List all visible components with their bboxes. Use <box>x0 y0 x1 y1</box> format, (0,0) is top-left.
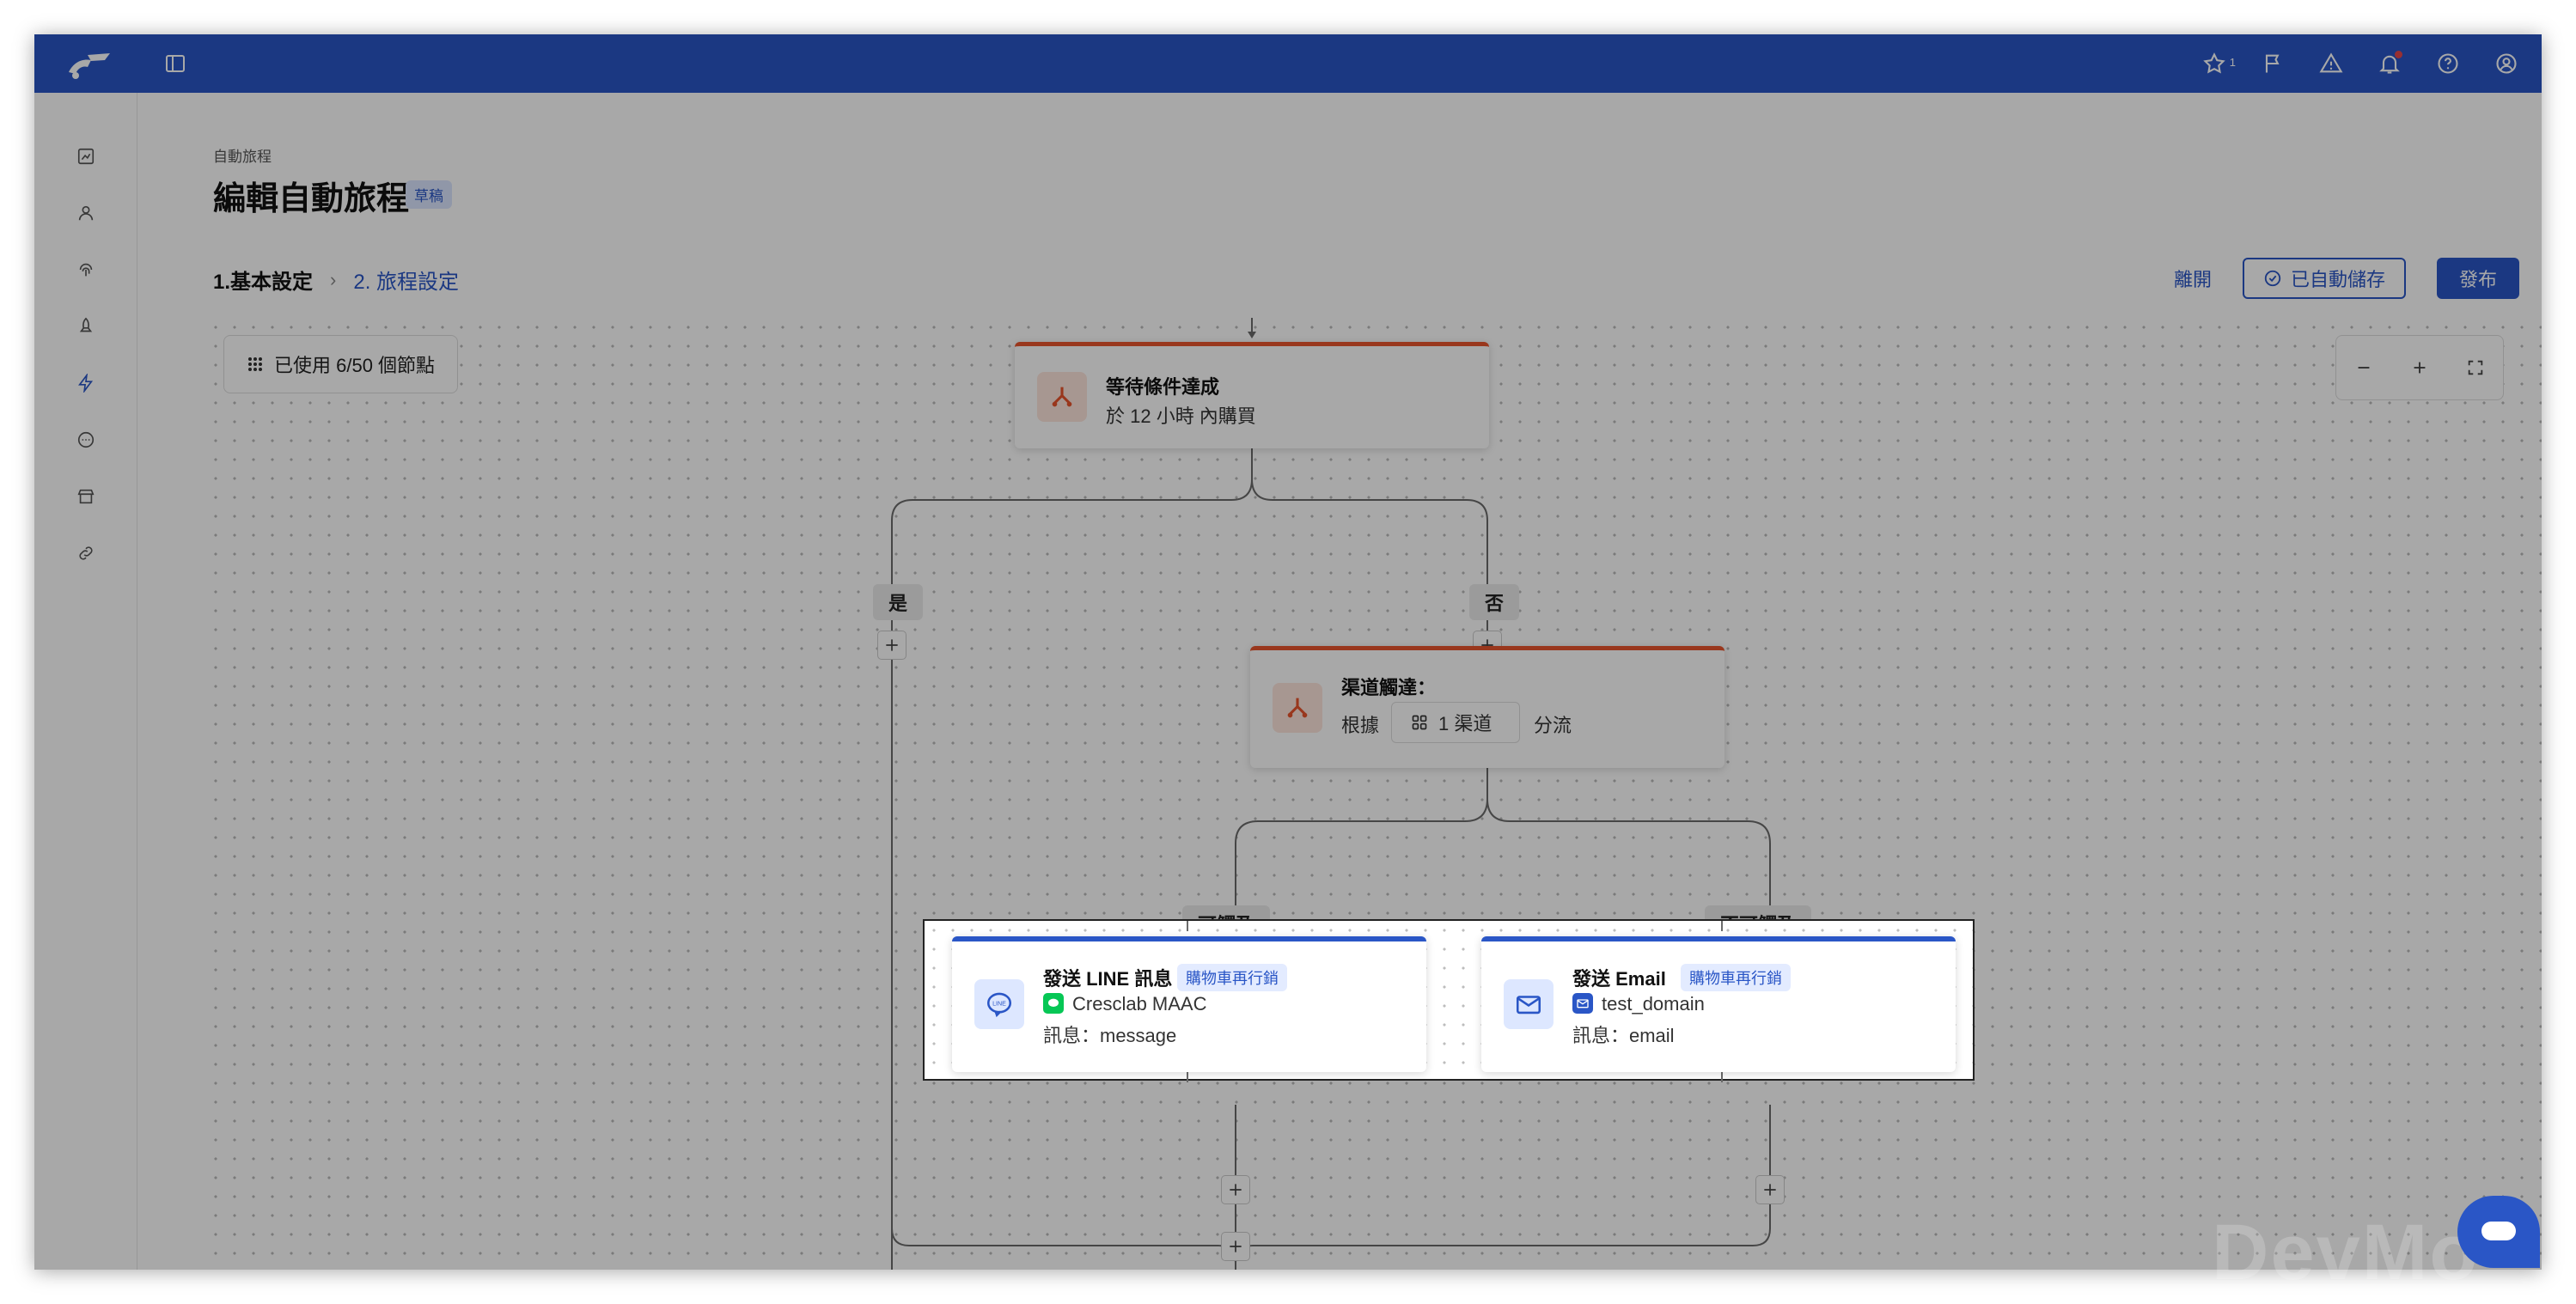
watermark: DevMo <box>2212 1209 2480 1296</box>
line-account-name: Cresclab MAAC <box>1072 993 1207 1015</box>
help-icon[interactable] <box>2433 49 2463 78</box>
email-account-name: test_domain <box>1602 993 1705 1015</box>
sidebar-toggle-icon[interactable] <box>162 50 189 77</box>
line-node-tag: 購物車再行銷 <box>1177 964 1287 991</box>
step-basic-settings[interactable]: 1.基本設定 <box>213 265 313 295</box>
grid-icon <box>248 357 262 371</box>
header-actions: 離開 已自動儲存 發布 <box>2174 258 2519 299</box>
fingerprint-icon[interactable] <box>72 256 100 283</box>
leave-button[interactable]: 離開 <box>2174 265 2212 292</box>
page-title: 編輯自動旅程 <box>213 181 410 217</box>
split-icon <box>1273 683 1322 733</box>
channel-node-title: 渠道觸達： <box>1341 677 1437 698</box>
wait-condition-node[interactable]: 等待條件達成 於 12 小時 內購買 <box>1015 342 1489 448</box>
plus-icon <box>1230 1240 1242 1252</box>
channel-chip-label: 1 渠道 <box>1438 713 1492 734</box>
line-icon: LINE <box>974 979 1024 1029</box>
branch-label-no: 否 <box>1469 584 1520 620</box>
connector-lines <box>891 318 1774 1270</box>
step-separator: › <box>330 268 337 290</box>
chat-bubble-icon <box>2481 1222 2516 1240</box>
line-node-title: 發送 LINE 訊息 <box>1043 968 1173 990</box>
channel-count-chip[interactable]: 1 渠道 <box>1391 702 1520 743</box>
user-icon[interactable] <box>2492 49 2521 78</box>
node-usage-label: 已使用 6/50 個節點 <box>274 355 436 376</box>
add-node-button[interactable] <box>1755 1175 1785 1204</box>
autosave-button[interactable]: 已自動儲存 <box>2242 258 2406 299</box>
notification-dot <box>2395 51 2402 58</box>
plus-icon[interactable] <box>2402 350 2437 385</box>
channel-reach-node[interactable]: 渠道觸達： 根據 1 渠道 分流 <box>1250 646 1724 768</box>
fullscreen-icon[interactable] <box>2458 350 2493 385</box>
lightning-icon[interactable] <box>72 369 100 397</box>
breadcrumb[interactable]: 自動旅程 <box>213 144 272 166</box>
flag-icon[interactable] <box>2258 49 2287 78</box>
email-node-title: 發送 Email <box>1572 968 1666 990</box>
plus-icon <box>1764 1184 1776 1196</box>
svg-text:LINE: LINE <box>992 1000 1006 1007</box>
publish-button[interactable]: 發布 <box>2436 258 2519 299</box>
node-usage-counter: 已使用 6/50 個節點 <box>223 335 459 393</box>
person-icon[interactable] <box>72 199 100 227</box>
main-content: 自動旅程 編輯自動旅程 草稿 1.基本設定 › 2. 旅程設定 離開 已自動儲存… <box>137 93 2542 1270</box>
email-node-tag: 購物車再行銷 <box>1681 964 1791 991</box>
link-icon[interactable] <box>72 539 100 567</box>
add-node-button[interactable] <box>1221 1175 1250 1204</box>
line-brand-icon <box>1043 993 1064 1014</box>
chat-support-button[interactable] <box>2457 1196 2540 1268</box>
email-message-label: 訊息：email <box>1572 1025 1675 1046</box>
send-line-message-node[interactable]: LINE 發送 LINE 訊息 購物車再行銷 Cresclab MAAC 訊息：… <box>952 936 1426 1072</box>
minus-icon[interactable] <box>2347 350 2381 385</box>
line-message-label: 訊息：message <box>1043 1025 1177 1046</box>
app-window: 1 自動旅程 編輯自動旅程 草稿 1.基本設定 › 2. 旅程設定 離開 已自動… <box>34 34 2542 1270</box>
star-count: 1 <box>2229 56 2236 69</box>
wait-node-subtitle: 於 12 小時 內購買 <box>1106 405 1256 427</box>
apps-icon <box>1412 715 1427 730</box>
mail-brand-icon <box>1572 993 1593 1014</box>
journey-canvas[interactable]: 已使用 6/50 個節點 等待條件達成 於 12 小時 內購買 是 否 渠道觸達… <box>206 318 2542 1270</box>
send-email-node[interactable]: 發送 Email 購物車再行銷 test_domain 訊息：email <box>1481 936 1956 1072</box>
top-bar: 1 <box>34 34 2542 93</box>
chart-icon[interactable] <box>72 143 100 170</box>
branch-label-yes: 是 <box>873 584 924 620</box>
mail-icon <box>1504 979 1554 1029</box>
step-indicator: 1.基本設定 › 2. 旅程設定 <box>213 265 459 295</box>
plus-icon <box>1230 1184 1242 1196</box>
add-node-button[interactable] <box>1221 1232 1250 1261</box>
plus-icon <box>886 639 898 651</box>
zoom-controls <box>2335 335 2504 400</box>
add-node-button[interactable] <box>877 631 906 660</box>
rocket-icon[interactable] <box>72 313 100 340</box>
autosave-label: 已自動儲存 <box>2290 269 2385 290</box>
channel-node-prefix: 根據 <box>1341 715 1380 736</box>
step-journey-settings[interactable]: 2. 旅程設定 <box>353 265 459 295</box>
channel-node-suffix: 分流 <box>1534 715 1572 736</box>
sidebar <box>34 93 137 1270</box>
warning-icon[interactable] <box>2317 49 2346 78</box>
star-icon[interactable]: 1 <box>2200 49 2236 78</box>
wait-node-title: 等待條件達成 <box>1106 376 1220 398</box>
store-icon[interactable] <box>72 483 100 510</box>
logo[interactable] <box>62 46 113 81</box>
chat-icon[interactable] <box>72 426 100 454</box>
highlighted-nodes-area: LINE 發送 LINE 訊息 購物車再行銷 Cresclab MAAC 訊息：… <box>923 919 1975 1082</box>
bell-icon[interactable] <box>2375 49 2404 78</box>
check-circle-icon <box>2264 270 2281 287</box>
status-badge: 草稿 <box>406 180 452 209</box>
split-icon <box>1037 372 1087 422</box>
